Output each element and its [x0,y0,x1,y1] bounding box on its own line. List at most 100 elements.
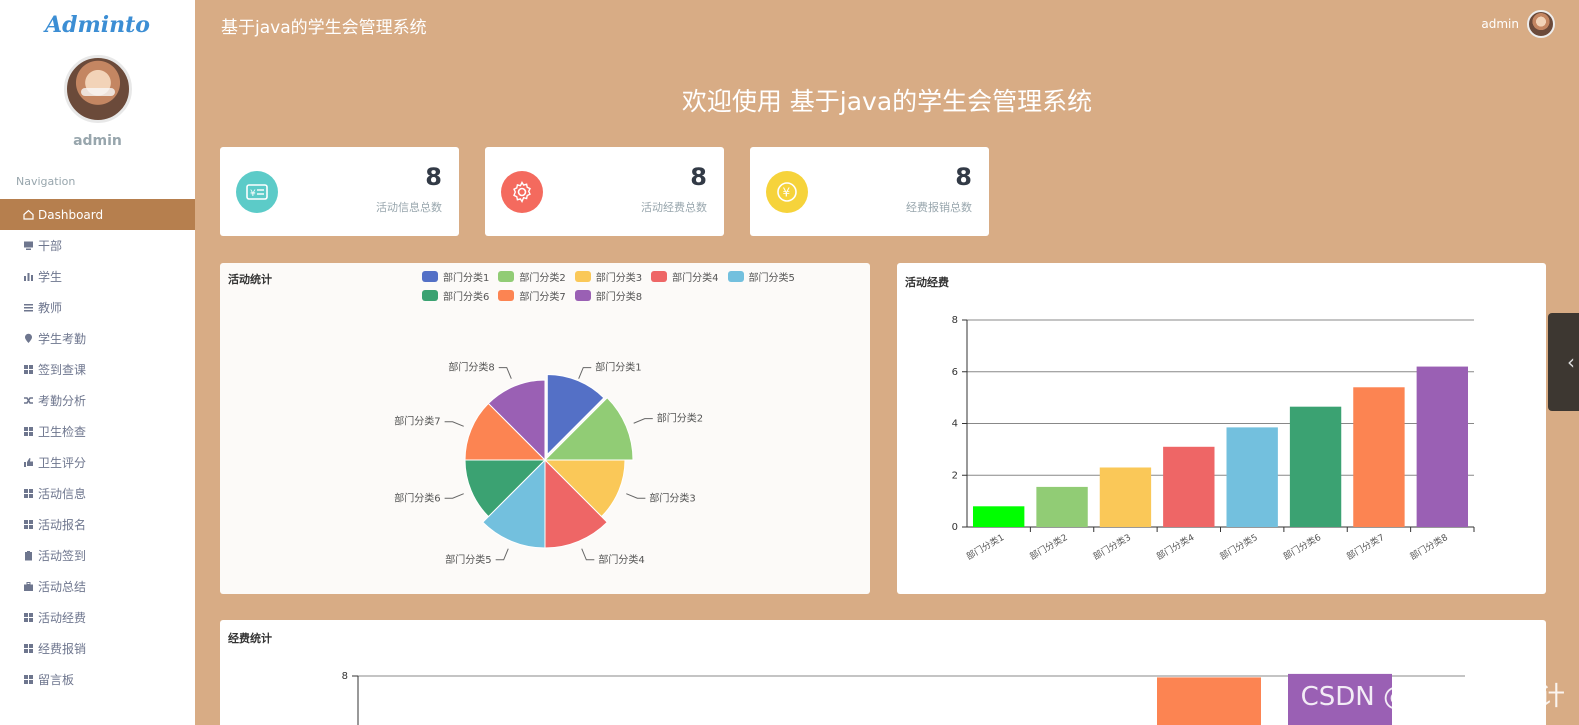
legend-item[interactable]: 部门分类5 [727,270,795,284]
pie-label-line [578,367,592,379]
stat-card-funds: 8 活动经费总数 [485,147,724,236]
map-pin-icon [23,333,34,344]
legend-item[interactable]: 部门分类6 [422,289,489,303]
bar[interactable] [973,506,1025,527]
pie-label: 部门分类5 [445,553,491,566]
activity-pie-chart[interactable]: 部门分类1 部门分类2 部门分类3 部门分类4 部门分类5 部门分类6 部门分类7 部门分类8 [220,263,870,594]
legend-swatch [574,289,591,301]
sidebar-item-label: 签到查课 [38,363,87,377]
bar[interactable] [1163,446,1215,527]
sidebar-item-label: 活动信息 [38,487,87,501]
topbar: 基于java的学生会管理系统 admin [195,0,1579,50]
sidebar-item-5[interactable]: 签到查课 [0,354,195,385]
sidebar-item-label: 学生 [38,270,63,284]
thumbs-up-icon [23,457,34,468]
x-tick-label: 部门分类2 [1027,531,1069,562]
user-avatar[interactable] [63,55,132,123]
stat-card-activities: ¥ 8 活动信息总数 [220,147,459,236]
chevron-left-icon[interactable]: ‹ [1548,313,1579,411]
svg-text:¥: ¥ [783,186,791,200]
legend-item[interactable]: 部门分类7 [498,289,566,303]
sidebar-item-label: 教师 [38,301,63,315]
funds-bar-panel: 活动经费 0 2 4 6 8 部门分类1 部门分类2 部门分类3 部门分类4 部门分类5 部门分类6… [897,263,1546,594]
bar[interactable] [1416,366,1468,527]
pie-label: 部门分类2 [657,412,703,425]
legend-item[interactable]: 部门分类4 [651,270,719,284]
sidebar-item-7[interactable]: 卫生检查 [0,416,195,447]
funds-bar-chart[interactable]: 0 2 4 6 8 部门分类1 部门分类2 部门分类3 部门分类4 部门分类5 部门分类6 部门分类7… [897,263,1546,594]
y-tick-label: 2 [952,470,958,481]
sidebar-item-label: 干部 [38,239,63,253]
sidebar-item-12[interactable]: 活动总结 [0,571,195,602]
bar-chart-icon [23,271,34,282]
sidebar: Adminto admin Navigation Dashboard 干部 学生 教师… [0,0,195,725]
sidebar-item-14[interactable]: 经费报销 [0,633,195,664]
sidebar-item-15[interactable]: 留言板 [0,664,195,695]
sidebar-username[interactable]: admin [0,133,195,149]
bar[interactable] [1099,467,1152,527]
briefcase-icon [23,581,34,592]
legend-item[interactable]: 部门分类1 [422,270,489,284]
legend-item[interactable]: 部门分类8 [574,289,642,303]
sidebar-item-9[interactable]: 活动信息 [0,478,195,509]
sidebar-item-1[interactable]: 干部 [0,230,195,261]
bar[interactable] [1036,486,1088,527]
sidebar-item-4[interactable]: 学生考勤 [0,323,195,354]
sidebar-item-2[interactable]: 学生 [0,261,195,292]
activity-pie-panel: 部门分类1 部门分类2 部门分类3 部门分类4 部门分类5 部门分类6 部门分类7 部门分类8… [220,263,870,594]
app-logo[interactable]: Adminto [0,0,195,50]
clipboard-icon [23,550,34,561]
pie-label: 部门分类7 [394,415,440,428]
legend-swatch [651,270,668,282]
pie-label-line [495,548,509,561]
pie-label: 部门分类8 [448,361,494,374]
bar[interactable] [1289,406,1342,527]
y-tick-label: 0 [952,522,958,533]
bar[interactable] [1157,677,1261,725]
sidebar-item-label: 卫生评分 [38,456,87,470]
sidebar-item-label: 活动报名 [38,518,87,532]
legend-label: 部门分类5 [748,272,795,284]
bar[interactable] [1353,387,1405,527]
x-tick-label: 部门分类8 [1408,531,1450,562]
legend-label: 部门分类3 [595,272,643,284]
legend-label: 部门分类4 [672,272,719,284]
sidebar-item-6[interactable]: 考勤分析 [0,385,195,416]
x-tick-label: 部门分类1 [964,531,1006,562]
sidebar-item-11[interactable]: 活动签到 [0,540,195,571]
stat-label: 经费报销总数 [906,201,972,214]
panel-title: 活动统计 [228,273,272,286]
grid-icon [23,519,34,530]
grid-icon [23,643,34,654]
yen-coin-icon: ¥ [766,171,808,213]
watermark: CSDN @林科程序设计 [1300,682,1565,712]
sidebar-item-label: 考勤分析 [38,394,87,408]
pie-label: 部门分类6 [394,491,440,504]
sidebar-item-8[interactable]: 卫生评分 [0,447,195,478]
stat-label: 活动信息总数 [376,201,442,214]
pie-label: 部门分类1 [595,361,641,374]
pie-legend: 部门分类1 部门分类2 部门分类3 部门分类4 部门分类5 部门分类6 部门分类7 部门分类8 [422,270,868,303]
legend-swatch [422,289,438,301]
sidebar-item-13[interactable]: 活动经费 [0,602,195,633]
pie-label-line [444,493,464,499]
sidebar-item-10[interactable]: 活动报名 [0,509,195,540]
y-tick-label: 8 [342,671,348,682]
legend-item[interactable]: 部门分类3 [574,270,643,284]
grid-icon [23,364,34,375]
grid-icon [23,612,34,623]
pie-label: 部门分类4 [598,553,644,566]
topbar-username[interactable]: admin [1481,17,1519,31]
topbar-avatar[interactable] [1527,10,1555,38]
welcome-heading: 欢迎使用 基于java的学生会管理系统 [681,87,1093,116]
bar[interactable] [1226,427,1278,527]
legend-label: 部门分类7 [519,291,566,303]
sidebar-item-3[interactable]: 教师 [0,292,195,323]
sidebar-item-0[interactable]: Dashboard [0,199,195,230]
legend-item[interactable]: 部门分类2 [498,270,566,284]
user-menu[interactable]: admin [1481,10,1555,38]
gear-icon [501,171,543,213]
x-tick-label: 部门分类6 [1281,531,1323,562]
stat-value: 8 [955,163,972,191]
y-tick-label: 8 [952,315,958,326]
